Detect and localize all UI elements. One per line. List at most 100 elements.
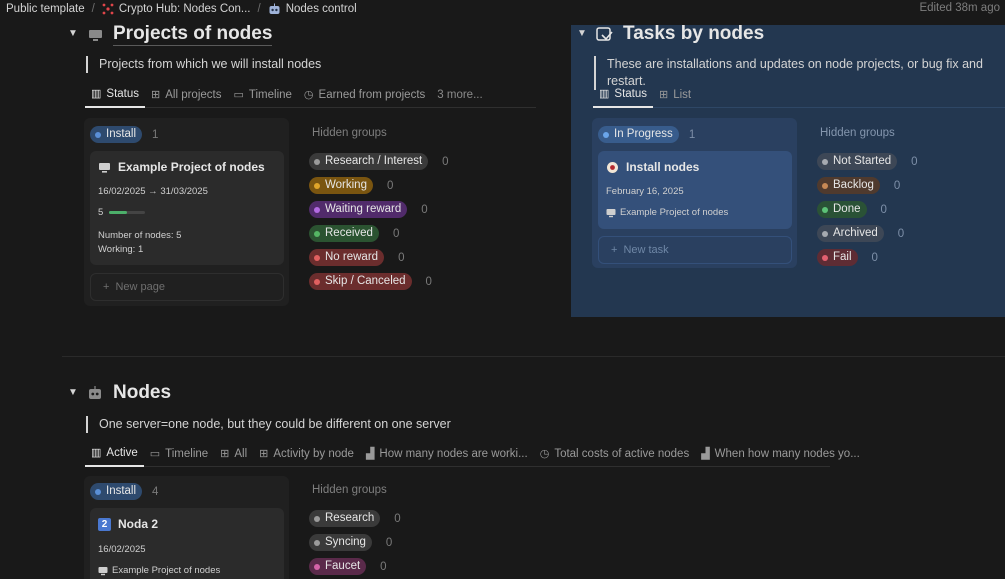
hidden-group-row[interactable]: Archived 0 [817, 225, 904, 242]
status-badge-install[interactable]: Install [90, 126, 143, 143]
hidden-group-badge[interactable]: Fail [817, 249, 858, 266]
hidden-group-badge[interactable]: Not Started [817, 153, 898, 170]
new-task-button[interactable]: + New task [598, 236, 792, 264]
card-dates: 16/02/2025 → 31/03/2025 [98, 186, 208, 197]
hidden-group-row[interactable]: Waiting reward 0 [309, 201, 428, 218]
hidden-group-row[interactable]: No reward 0 [309, 249, 404, 266]
tasks-toggle-icon[interactable]: ▼ [577, 28, 587, 39]
nodes-description: One server=one node, but they could be d… [86, 416, 451, 433]
board-icon: ▥ [599, 88, 610, 100]
status-dot [314, 539, 320, 546]
hidden-group-row[interactable]: Research / Interest 0 [309, 153, 449, 170]
hidden-group-badge[interactable]: Skip / Canceled [309, 273, 412, 290]
tab-projects-all[interactable]: ⊞ All projects [145, 82, 227, 108]
monitor-icon [98, 161, 111, 174]
status-dot [822, 206, 828, 213]
tab-projects-timeline[interactable]: ▭ Timeline [227, 82, 297, 108]
status-dot [822, 254, 828, 261]
hidden-group-badge[interactable]: Faucet [309, 558, 367, 575]
hidden-group-badge[interactable]: Research [309, 510, 381, 527]
hidden-group-badge[interactable]: No reward [309, 249, 385, 266]
hidden-group-badge[interactable]: Syncing [309, 534, 372, 551]
breadcrumb-item-nodes-control[interactable]: Nodes control [268, 3, 357, 16]
hidden-group-label: Done [833, 203, 861, 215]
hidden-group-label: Waiting reward [325, 203, 402, 215]
tab-nodes-total-costs[interactable]: ◷ Total costs of active nodes [534, 441, 696, 467]
card-title: Install nodes [606, 160, 784, 174]
table-icon: ⊞ [659, 89, 669, 101]
plus-icon: + [611, 244, 618, 256]
number-badge-icon: 2 [98, 517, 111, 531]
more-tabs-button[interactable]: 3 more... [431, 89, 482, 101]
tab-projects-earned[interactable]: ◷ Earned from projects [298, 82, 431, 108]
hidden-group-badge[interactable]: Research / Interest [309, 153, 429, 170]
crypto-hub-icon [102, 3, 114, 15]
tasks-title: Tasks by nodes [596, 23, 764, 45]
hidden-group-row[interactable]: Not Started 0 [817, 153, 918, 170]
new-page-button[interactable]: + New page [90, 273, 284, 301]
task-card[interactable]: Install nodes February 16, 2025 Example … [598, 151, 792, 229]
card-project: Example Project of nodes [606, 207, 784, 218]
hidden-group-row[interactable]: Fail 0 [817, 249, 878, 266]
hidden-group-badge[interactable]: Waiting reward [309, 201, 408, 218]
status-dot [314, 563, 320, 570]
breadcrumb-separator: / [91, 3, 95, 15]
status-dot [822, 158, 828, 165]
status-dot [822, 230, 828, 237]
hidden-group-row[interactable]: Backlog 0 [817, 177, 900, 194]
tab-nodes-how-many-working[interactable]: ▟ How many nodes are worki... [360, 441, 534, 467]
hidden-group-count: 0 [398, 251, 405, 264]
hidden-group-badge[interactable]: Received [309, 225, 379, 242]
hidden-group-count: 0 [380, 560, 387, 573]
status-dot [95, 488, 101, 495]
hidden-group-label: Research [325, 512, 375, 524]
card-date: 16/02/2025 [98, 544, 146, 555]
node-card[interactable]: 2 Noda 2 16/02/2025 Example Project of n… [90, 508, 284, 579]
status-badge-install[interactable]: Install [90, 483, 143, 500]
nodes-title: Nodes [87, 382, 171, 404]
table-icon: ⊞ [220, 448, 230, 460]
status-dot [314, 182, 320, 189]
card-title: Example Project of nodes [98, 160, 276, 174]
hidden-group-label: No reward [325, 251, 379, 263]
hidden-group-count: 0 [911, 155, 918, 168]
tab-nodes-activity[interactable]: ⊞ Activity by node [253, 441, 360, 467]
edited-timestamp: Edited 38m ago [919, 2, 1000, 14]
projects-description: Projects from which we will install node… [86, 56, 321, 73]
hidden-group-count: 0 [394, 512, 401, 525]
hidden-group-row[interactable]: Skip / Canceled 0 [309, 273, 432, 290]
monitor-icon [606, 208, 616, 218]
status-badge-in-progress[interactable]: In Progress [598, 126, 679, 143]
hidden-group-badge[interactable]: Working [309, 177, 373, 194]
projects-toggle-icon[interactable]: ▼ [68, 28, 78, 39]
tab-nodes-when-how-many[interactable]: ▟ When how many nodes yo... [695, 441, 866, 467]
hidden-group-row[interactable]: Done 0 [817, 201, 887, 218]
breadcrumb-separator: / [257, 3, 261, 15]
hidden-group-row[interactable]: Research 0 [309, 510, 401, 527]
clock-icon: ◷ [539, 448, 550, 460]
hidden-group-label: Received [325, 227, 373, 239]
tab-tasks-status[interactable]: ▥ Status [593, 82, 654, 108]
wrench-icon [606, 161, 619, 174]
nodes-toggle-icon[interactable]: ▼ [68, 387, 78, 398]
tab-nodes-all[interactable]: ⊞ All [214, 441, 253, 467]
section-divider [62, 356, 1005, 357]
tab-nodes-timeline[interactable]: ▭ Timeline [144, 441, 214, 467]
hidden-groups-heading: Hidden groups [312, 127, 387, 139]
breadcrumb-item-crypto-hub[interactable]: Crypto Hub: Nodes Con... [102, 3, 251, 15]
status-dot [314, 515, 320, 522]
tab-nodes-active[interactable]: ▥ Active [85, 441, 144, 467]
hidden-group-badge[interactable]: Archived [817, 225, 884, 242]
project-card[interactable]: Example Project of nodes 16/02/2025 → 31… [90, 151, 284, 265]
hidden-group-label: Faucet [325, 560, 361, 572]
hidden-group-row[interactable]: Received 0 [309, 225, 399, 242]
hidden-group-row[interactable]: Faucet 0 [309, 558, 387, 575]
tab-projects-status[interactable]: ▥ Status [85, 82, 146, 108]
status-dot [314, 278, 320, 285]
hidden-group-badge[interactable]: Backlog [817, 177, 880, 194]
tab-tasks-list[interactable]: ⊞ List [653, 82, 697, 108]
hidden-group-row[interactable]: Syncing 0 [309, 534, 392, 551]
breadcrumb-item-public-template[interactable]: Public template [6, 3, 85, 15]
hidden-group-badge[interactable]: Done [817, 201, 867, 218]
hidden-group-row[interactable]: Working 0 [309, 177, 393, 194]
